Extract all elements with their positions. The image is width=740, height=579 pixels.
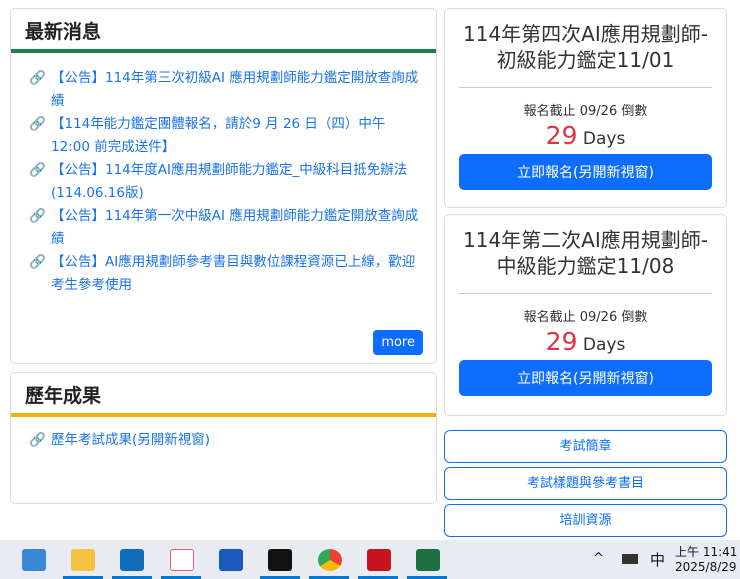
exam-title: 114年第四次AI應用規劃師-初級能力鑑定11/01 <box>463 22 708 72</box>
news-link[interactable]: 【公告】114年第三次初級AI 應用規劃師能力鑑定開放查詢成績 <box>51 67 422 112</box>
news-item[interactable]: 🔗 【公告】AI應用規劃師參考書目與數位課程資源已上線，歡迎考生參考使用 <box>29 251 422 296</box>
tray-chevron-icon[interactable]: ^ <box>593 551 604 566</box>
news-title: 最新消息 <box>25 21 102 43</box>
clock-time[interactable]: 上午 11:41 <box>675 543 737 560</box>
results-card: 歷年成果 🔗 歷年考試成果(另開新視窗) <box>10 372 437 504</box>
news-card: 最新消息 🔗 【公告】114年第三次初級AI 應用規劃師能力鑑定開放查詢成績 🔗 【… <box>10 8 437 364</box>
news-link[interactable]: 【公告】AI應用規劃師參考書目與數位課程資源已上線，歡迎考生參考使用 <box>51 251 422 296</box>
exam-card-2: 114年第二次AI應用規劃師-中級能力鑑定11/08 報名截止 09/26 倒數… <box>444 214 727 416</box>
training-resources-button[interactable]: 培訓資源 <box>444 504 727 537</box>
exam-card-1: 114年第四次AI應用規劃師-初級能力鑑定11/01 報名截止 09/26 倒數… <box>444 8 727 208</box>
news-item[interactable]: 🔗 【公告】114年第一次中級AI 應用規劃師能力鑑定開放查詢成績 <box>29 205 422 250</box>
more-button[interactable]: more <box>373 330 423 355</box>
countdown: 29 Days <box>445 327 726 356</box>
exam-deadline: 報名截止 09/26 倒數 <box>523 310 648 325</box>
chrome-icon[interactable] <box>318 549 342 571</box>
link-icon: 🔗 <box>29 208 46 224</box>
divider <box>459 87 712 88</box>
word-icon[interactable] <box>219 549 243 571</box>
register-button[interactable]: 立即報名(另開新視窗) <box>459 360 712 396</box>
exam-title: 114年第二次AI應用規劃師-中級能力鑑定11/08 <box>463 228 708 278</box>
clock-date[interactable]: 2025/8/29 <box>675 560 737 574</box>
file-explorer-icon[interactable] <box>71 549 95 571</box>
outlook-icon[interactable] <box>120 549 144 571</box>
snipping-tool-icon[interactable] <box>170 549 194 571</box>
days-unit: Days <box>582 129 626 149</box>
ime-indicator[interactable]: 中 <box>650 549 665 570</box>
news-link[interactable]: 【公告】114年第一次中級AI 應用規劃師能力鑑定開放查詢成績 <box>51 205 422 250</box>
sample-questions-button[interactable]: 考試樣題與參考書目 <box>444 467 727 500</box>
control-panel-icon[interactable] <box>22 549 46 571</box>
link-icon: 🔗 <box>29 432 46 448</box>
link-icon: 🔗 <box>29 254 46 270</box>
link-icon: 🔗 <box>29 70 46 86</box>
news-item[interactable]: 🔗 【公告】114年度AI應用規劃師能力鑑定_中級科目抵免辦法(114.06.16… <box>29 159 422 204</box>
acrobat-icon[interactable] <box>367 549 391 571</box>
results-title: 歷年成果 <box>25 385 102 407</box>
days-unit: Days <box>582 335 626 355</box>
news-link[interactable]: 【114年能力鑑定團體報名，請於9 月 26 日（四）中午 12:00 前完成送… <box>51 113 422 158</box>
battery-icon[interactable] <box>622 554 638 564</box>
divider <box>459 293 712 294</box>
link-icon: 🔗 <box>29 162 46 178</box>
excel-icon[interactable] <box>416 549 440 571</box>
results-item[interactable]: 🔗 歷年考試成果(另開新視窗) <box>29 429 422 452</box>
countdown: 29 Days <box>445 121 726 150</box>
news-item[interactable]: 🔗 【公告】114年第三次初級AI 應用規劃師能力鑑定開放查詢成績 <box>29 67 422 112</box>
news-list: 🔗 【公告】114年第三次初級AI 應用規劃師能力鑑定開放查詢成績 🔗 【114年能… <box>11 53 436 296</box>
taskbar: ^ 中 上午 11:41 2025/8/29 <box>0 540 740 579</box>
link-icon: 🔗 <box>29 116 46 132</box>
exam-deadline: 報名截止 09/26 倒數 <box>523 104 648 119</box>
results-link[interactable]: 歷年考試成果(另開新視窗) <box>51 429 210 452</box>
webex-icon[interactable] <box>268 549 292 571</box>
page: 最新消息 🔗 【公告】114年第三次初級AI 應用規劃師能力鑑定開放查詢成績 🔗 【… <box>0 0 740 540</box>
news-link[interactable]: 【公告】114年度AI應用規劃師能力鑑定_中級科目抵免辦法(114.06.16版… <box>51 159 422 204</box>
news-item[interactable]: 🔗 【114年能力鑑定團體報名，請於9 月 26 日（四）中午 12:00 前完成… <box>29 113 422 158</box>
days-count: 29 <box>545 121 578 150</box>
register-button[interactable]: 立即報名(另開新視窗) <box>459 154 712 190</box>
days-count: 29 <box>545 327 578 356</box>
exam-brochure-button[interactable]: 考試簡章 <box>444 430 727 463</box>
